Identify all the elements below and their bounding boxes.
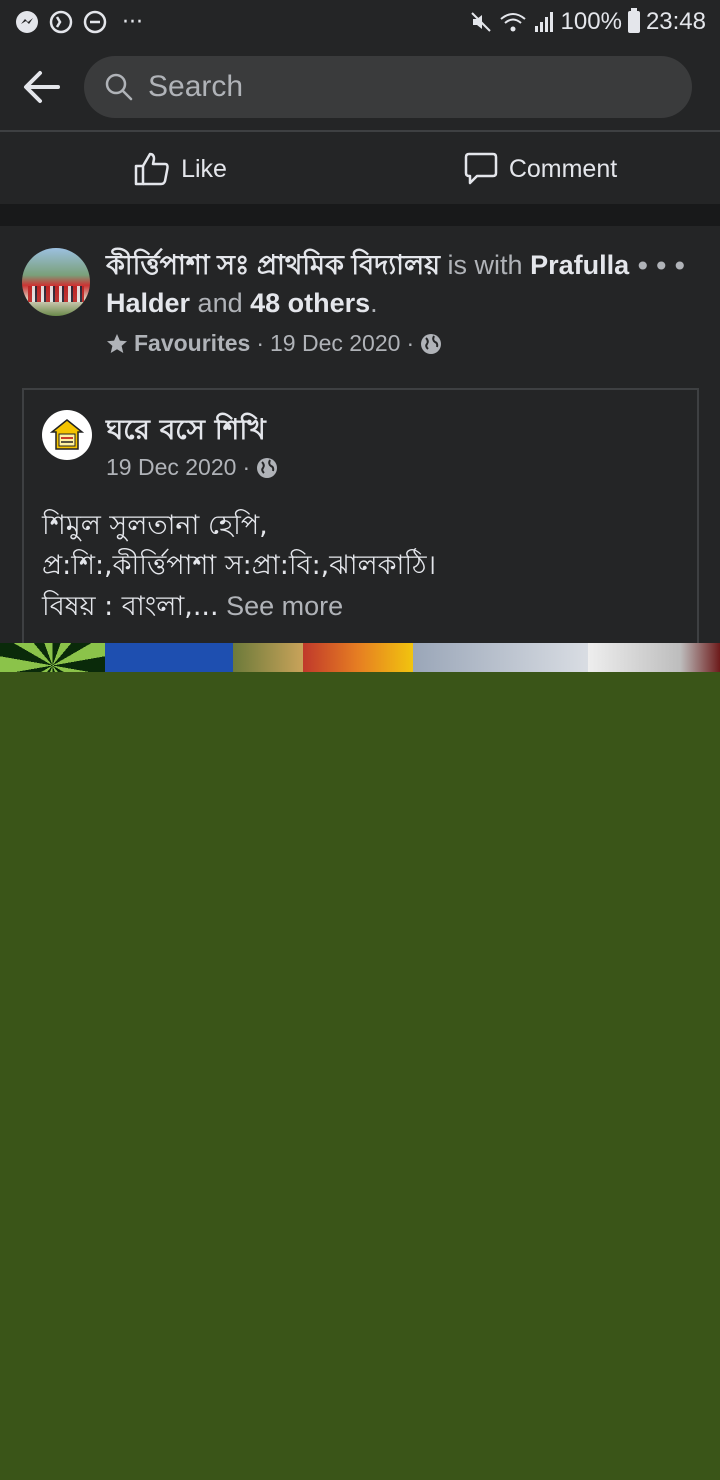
body-line-3-text: বিষয় : বাংলা,... xyxy=(42,591,219,622)
messenger-icon xyxy=(16,11,38,33)
post-date[interactable]: 19 Dec 2020 xyxy=(270,330,400,357)
meta-separator: · xyxy=(256,330,264,356)
post-header: কীর্ত্তিপাশা সঃ প্রাথমিক বিদ্যালয় is wi… xyxy=(106,246,646,322)
more-dots-icon: ··· xyxy=(122,9,143,35)
author-name[interactable]: কীর্ত্তিপাশা সঃ প্রাথমিক বিদ্যালয় xyxy=(106,250,440,280)
shared-page-name[interactable]: ঘরে বসে শিখি xyxy=(106,408,266,455)
photo-segment xyxy=(233,643,303,672)
back-arrow-icon xyxy=(24,71,60,103)
is-with-text: is with xyxy=(440,250,531,280)
back-button[interactable] xyxy=(20,65,64,109)
like-button[interactable]: Like xyxy=(0,134,360,204)
search-placeholder: Search xyxy=(148,70,244,103)
signal-icon xyxy=(534,12,553,32)
meta-separator: · xyxy=(242,454,251,480)
photo-segment xyxy=(303,643,413,672)
shared-post[interactable]: ঘরে বসে শিখি 19 Dec 2020 · শিমুল সুলতানা… xyxy=(22,388,699,658)
search-input[interactable]: Search xyxy=(84,56,692,118)
globe-icon xyxy=(421,333,442,354)
house-logo-icon xyxy=(50,419,84,450)
post-actions: Like Comment xyxy=(0,134,720,204)
period: . xyxy=(370,288,378,318)
globe-icon xyxy=(257,457,278,478)
do-not-disturb-icon xyxy=(83,10,107,34)
status-left-icons: ··· xyxy=(14,9,143,35)
shared-meta: 19 Dec 2020 · xyxy=(106,454,278,481)
body-line-2: প্র:শি:,কীর্ত্তিপাশা স:প্রা:বি:,ঝালকাঠি। xyxy=(42,550,437,581)
section-divider xyxy=(0,204,720,226)
whatsapp-icon xyxy=(49,10,73,34)
others-link[interactable]: 48 others xyxy=(250,288,370,318)
meta-separator: · xyxy=(406,330,415,356)
more-options-button[interactable]: ••• xyxy=(634,250,690,283)
top-bar: Search xyxy=(0,44,720,132)
like-label: Like xyxy=(181,154,227,183)
status-right: 100% 23:48 xyxy=(469,8,706,36)
battery-icon xyxy=(627,8,640,33)
page-logo[interactable] xyxy=(42,410,92,460)
mute-icon xyxy=(470,12,491,32)
photo-segment xyxy=(105,643,233,672)
author-avatar[interactable] xyxy=(22,248,90,316)
body-line-1: শিমুল সুলতানা হেপি, xyxy=(42,510,268,541)
battery-percent: 100% xyxy=(560,8,622,35)
comment-button[interactable]: Comment xyxy=(360,134,720,204)
and-text: and xyxy=(190,288,251,318)
body-line-3: বিষয় : বাংলা,... See more xyxy=(42,586,682,627)
search-icon xyxy=(105,73,133,101)
post-meta: Favourites · 19 Dec 2020 · xyxy=(106,330,442,357)
shared-body: শিমুল সুলতানা হেপি, প্র:শি:,কীর্ত্তিপাশা… xyxy=(42,506,682,627)
shared-date[interactable]: 19 Dec 2020 xyxy=(106,454,236,481)
comment-bubble-icon xyxy=(464,152,498,185)
photo-segment xyxy=(588,643,720,672)
clock: 23:48 xyxy=(645,8,706,35)
post-card: কীর্ত্তিপাশা সঃ প্রাথমিক বিদ্যালয় is wi… xyxy=(0,226,720,658)
post-media-image[interactable] xyxy=(0,672,720,1480)
thumbs-up-icon xyxy=(134,152,169,186)
star-icon xyxy=(107,333,127,353)
wifi-icon xyxy=(499,13,526,32)
see-more-link[interactable]: See more xyxy=(219,591,343,621)
photo-segment xyxy=(413,643,588,672)
comment-label: Comment xyxy=(508,154,618,183)
status-bar: ··· 100% 23:48 xyxy=(0,0,720,44)
favourites-label: Favourites xyxy=(134,330,251,356)
